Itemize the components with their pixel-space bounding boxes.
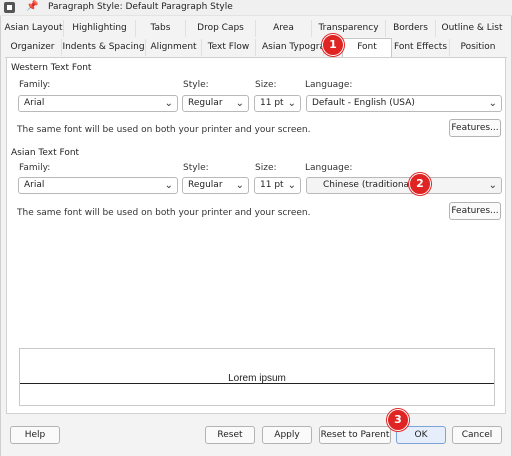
- tab-highlighting[interactable]: Highlighting: [64, 20, 136, 37]
- western-language-value: Default - English (USA): [312, 98, 415, 108]
- tab-indents-spacing[interactable]: Indents & Spacing: [62, 39, 146, 56]
- apply-button[interactable]: Apply: [262, 426, 312, 444]
- western-style-value: Regular: [188, 98, 223, 108]
- asian-style-combo[interactable]: Regular ⌄: [182, 177, 249, 194]
- tab-outline-list[interactable]: Outline & List: [436, 20, 508, 37]
- western-family-label: Family:: [19, 80, 51, 90]
- tab-asian-typography[interactable]: Asian Typography: [256, 39, 324, 56]
- window-title: Paragraph Style: Default Paragraph Style: [48, 2, 233, 12]
- western-style-combo[interactable]: Regular ⌄: [182, 95, 249, 112]
- tab-font[interactable]: Font: [342, 38, 392, 57]
- reset-button[interactable]: Reset: [205, 426, 255, 444]
- font-tab-page: Western Text Font Family: Style: Size: L…: [6, 58, 506, 414]
- callout-badge-3: 3: [387, 409, 409, 431]
- western-font-note: The same font will be used on both your …: [17, 125, 311, 135]
- chevron-down-icon: ⌄: [488, 98, 497, 109]
- dialog-button-bar: Help Reset Apply Reset to Parent OK Canc…: [0, 414, 510, 444]
- tab-organizer[interactable]: Organizer: [4, 39, 62, 56]
- western-family-value: Arial: [24, 98, 45, 108]
- tab-position[interactable]: Position: [450, 39, 506, 56]
- reset-to-parent-button[interactable]: Reset to Parent: [319, 426, 391, 444]
- chevron-down-icon: ⌄: [488, 180, 497, 191]
- tab-tabs[interactable]: Tabs: [136, 20, 186, 37]
- asian-language-combo[interactable]: Chinese (traditional) ⌄: [306, 177, 502, 194]
- chevron-down-icon: ⌄: [287, 98, 296, 109]
- tab-borders[interactable]: Borders: [386, 20, 436, 37]
- asian-family-value: Arial: [24, 180, 45, 190]
- tab-font-effects[interactable]: Font Effects: [392, 39, 450, 56]
- western-section-title: Western Text Font: [11, 63, 92, 73]
- tab-transparency[interactable]: Transparency: [312, 20, 386, 37]
- asian-style-value: Regular: [188, 180, 223, 190]
- western-language-combo[interactable]: Default - English (USA) ⌄: [306, 95, 502, 112]
- callout-badge-1: 1: [322, 34, 344, 56]
- western-style-label: Style:: [183, 80, 209, 90]
- western-language-label: Language:: [305, 80, 353, 90]
- western-size-value: 11 pt: [260, 98, 284, 108]
- chevron-down-icon: ⌄: [164, 98, 173, 109]
- tab-drop-caps[interactable]: Drop Caps: [186, 20, 256, 37]
- chevron-down-icon: ⌄: [287, 180, 296, 191]
- chevron-down-icon: ⌄: [164, 180, 173, 191]
- tab-alignment[interactable]: Alignment: [146, 39, 202, 56]
- asian-size-combo[interactable]: 11 pt ⌄: [254, 177, 301, 194]
- chevron-down-icon: ⌄: [235, 98, 244, 109]
- tab-asian-layout[interactable]: Asian Layout: [4, 20, 64, 37]
- asian-language-value: Chinese (traditional): [323, 180, 416, 190]
- asian-section-title: Asian Text Font: [11, 148, 80, 158]
- western-size-combo[interactable]: 11 pt ⌄: [254, 95, 301, 112]
- western-features-button[interactable]: Features...: [449, 119, 501, 137]
- asian-font-note: The same font will be used on both your …: [17, 208, 311, 218]
- asian-style-label: Style:: [183, 163, 209, 173]
- chevron-down-icon: ⌄: [235, 180, 244, 191]
- tab-text-flow[interactable]: Text Flow: [202, 39, 256, 56]
- western-size-label: Size:: [255, 80, 277, 90]
- asian-size-value: 11 pt: [260, 180, 284, 190]
- asian-family-label: Family:: [19, 163, 51, 173]
- title-bar: 📌 Paragraph Style: Default Paragraph Sty…: [0, 0, 512, 16]
- asian-size-label: Size:: [255, 163, 277, 173]
- asian-features-button[interactable]: Features...: [449, 202, 501, 220]
- font-preview: Lorem ipsum: [19, 348, 495, 406]
- cancel-button[interactable]: Cancel: [452, 426, 502, 444]
- callout-badge-2: 2: [409, 173, 431, 195]
- asian-language-label: Language:: [305, 163, 353, 173]
- tab-area[interactable]: Area: [256, 20, 312, 37]
- app-icon: [4, 2, 15, 13]
- western-family-combo[interactable]: Arial ⌄: [18, 95, 178, 112]
- preview-sample-text: Lorem ipsum: [228, 373, 286, 384]
- pin-icon[interactable]: 📌: [26, 1, 38, 12]
- help-button[interactable]: Help: [10, 426, 60, 444]
- asian-family-combo[interactable]: Arial ⌄: [18, 177, 178, 194]
